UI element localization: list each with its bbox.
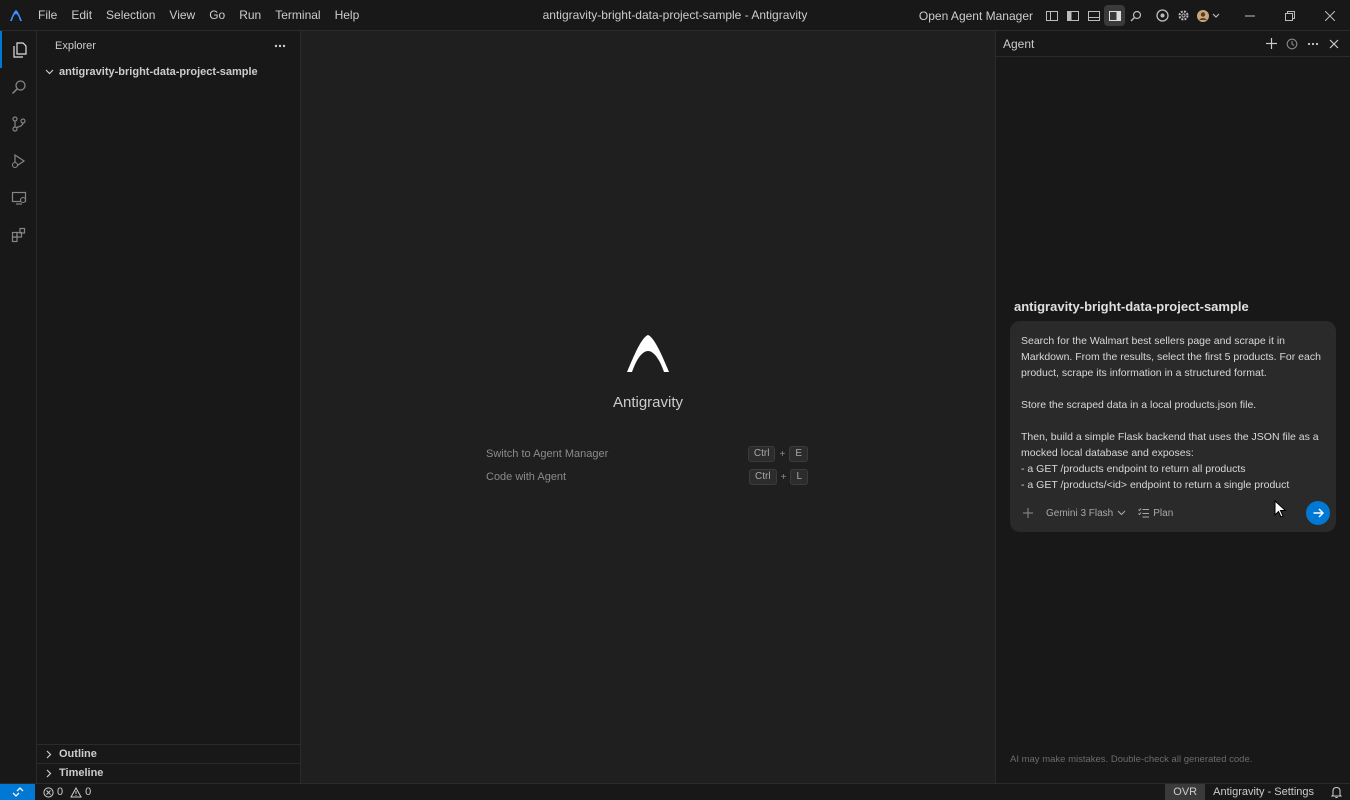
- error-count: 0: [57, 786, 64, 798]
- checklist-icon: [1138, 508, 1150, 518]
- activity-bar: [0, 31, 37, 783]
- chevron-down-icon: [43, 66, 55, 78]
- problems-indicator[interactable]: 0 0: [43, 786, 91, 798]
- key-plus: +: [779, 448, 786, 460]
- agent-header: Agent: [996, 31, 1350, 57]
- antigravity-logo-icon[interactable]: [0, 0, 31, 31]
- shortcut-label: Switch to Agent Manager: [486, 448, 609, 460]
- more-actions-icon[interactable]: [1305, 36, 1321, 52]
- menu-view[interactable]: View: [162, 0, 202, 31]
- arrow-right-icon: [1313, 508, 1324, 518]
- outline-label: Outline: [59, 748, 97, 760]
- add-context-icon[interactable]: [1020, 505, 1036, 521]
- model-select[interactable]: Gemini 3 Flash: [1046, 508, 1126, 519]
- warning-count: 0: [85, 786, 92, 798]
- close-window-button[interactable]: [1310, 0, 1350, 31]
- timeline-section[interactable]: Timeline: [37, 763, 300, 782]
- key: Ctrl: [749, 469, 777, 485]
- menu-terminal[interactable]: Terminal: [268, 0, 327, 31]
- prompt-text[interactable]: Search for the Walmart best sellers page…: [1021, 333, 1327, 493]
- editor-area: Antigravity Switch to Agent Manager Ctrl…: [301, 31, 995, 783]
- remote-indicator-button[interactable]: [0, 783, 35, 800]
- search-icon[interactable]: [0, 68, 37, 105]
- warning-icon: [70, 786, 82, 797]
- notifications-bell-icon[interactable]: [1328, 784, 1344, 800]
- toggle-primary-sidebar-icon[interactable]: [1062, 5, 1083, 26]
- shortcut-label: Code with Agent: [486, 471, 567, 483]
- agent-panel: Agent antigravity-bright-data-project-sa…: [995, 31, 1350, 783]
- mode-label: Plan: [1153, 507, 1174, 519]
- files-icon[interactable]: [0, 31, 37, 68]
- remote-explorer-icon[interactable]: [0, 179, 37, 216]
- restore-button[interactable]: [1270, 0, 1310, 31]
- toggle-panel-icon[interactable]: [1083, 5, 1104, 26]
- overtype-indicator[interactable]: OVR: [1165, 784, 1206, 800]
- settings-gear-icon[interactable]: [1173, 5, 1194, 26]
- title-bar: File Edit Selection View Go Run Terminal…: [0, 0, 1350, 31]
- title-bar-controls: Open Agent Manager: [919, 0, 1350, 31]
- key-plus: +: [780, 471, 787, 483]
- send-button[interactable]: [1306, 501, 1330, 525]
- chevron-down-icon: [1117, 510, 1126, 516]
- key: L: [790, 469, 808, 485]
- close-icon[interactable]: [1326, 36, 1342, 52]
- ai-disclaimer: AI may make mistakes. Double-check all g…: [1010, 754, 1253, 765]
- extensions-icon[interactable]: [0, 216, 37, 253]
- folder-root[interactable]: antigravity-bright-data-project-sample: [37, 61, 300, 83]
- app-name: Antigravity: [612, 394, 684, 411]
- account-avatar-icon[interactable]: [1194, 5, 1224, 26]
- model-name: Gemini 3 Flash: [1046, 507, 1114, 519]
- browser-icon[interactable]: [1152, 5, 1173, 26]
- timeline-label: Timeline: [59, 767, 104, 779]
- chevron-right-icon: [43, 748, 55, 760]
- new-chat-icon[interactable]: [1263, 36, 1279, 52]
- agent-actions: [1263, 36, 1342, 52]
- status-right: OVR Antigravity - Settings: [1165, 784, 1350, 800]
- folder-name: antigravity-bright-data-project-sample: [59, 66, 258, 78]
- sidebar-header: Explorer: [37, 31, 300, 61]
- shortcut-keys: Ctrl + E: [747, 446, 808, 462]
- shortcut-keys: Ctrl + L: [749, 469, 808, 485]
- minimize-button[interactable]: [1230, 0, 1270, 31]
- shortcut-agent-manager[interactable]: Switch to Agent Manager Ctrl + E: [486, 445, 808, 463]
- menu-run[interactable]: Run: [232, 0, 268, 31]
- sidebar-title: Explorer: [55, 40, 96, 52]
- history-icon[interactable]: [1284, 36, 1300, 52]
- project-title: antigravity-bright-data-project-sample: [1014, 299, 1249, 314]
- outline-section[interactable]: Outline: [37, 744, 300, 763]
- layout-customize-icon[interactable]: [1041, 5, 1062, 26]
- menu-edit[interactable]: Edit: [64, 0, 99, 31]
- menu-file[interactable]: File: [31, 0, 64, 31]
- more-actions-icon[interactable]: [272, 38, 288, 54]
- remote-icon: [12, 787, 23, 797]
- explorer-sidebar: Explorer antigravity-bright-data-project…: [37, 31, 301, 783]
- run-debug-icon[interactable]: [0, 142, 37, 179]
- key: Ctrl: [747, 446, 776, 462]
- menu-go[interactable]: Go: [202, 0, 232, 31]
- settings-link[interactable]: Antigravity - Settings: [1213, 786, 1314, 798]
- status-bar: 0 0 OVR Antigravity - Settings: [0, 783, 1350, 800]
- menu-bar: File Edit Selection View Go Run Terminal…: [31, 0, 366, 31]
- open-agent-manager-button[interactable]: Open Agent Manager: [919, 9, 1033, 23]
- mouse-cursor-icon: [1274, 499, 1288, 520]
- toggle-secondary-sidebar-icon[interactable]: [1104, 5, 1125, 26]
- antigravity-logo-icon: [627, 335, 669, 373]
- source-control-icon[interactable]: [0, 105, 37, 142]
- agent-title: Agent: [1003, 36, 1035, 51]
- chevron-right-icon: [43, 767, 55, 779]
- error-icon: [43, 786, 54, 798]
- search-icon[interactable]: [1125, 5, 1146, 26]
- menu-selection[interactable]: Selection: [99, 0, 162, 31]
- menu-help[interactable]: Help: [328, 0, 367, 31]
- shortcut-code-with-agent[interactable]: Code with Agent Ctrl + L: [486, 468, 808, 486]
- key: E: [789, 446, 808, 462]
- mode-plan-button[interactable]: Plan: [1138, 508, 1173, 519]
